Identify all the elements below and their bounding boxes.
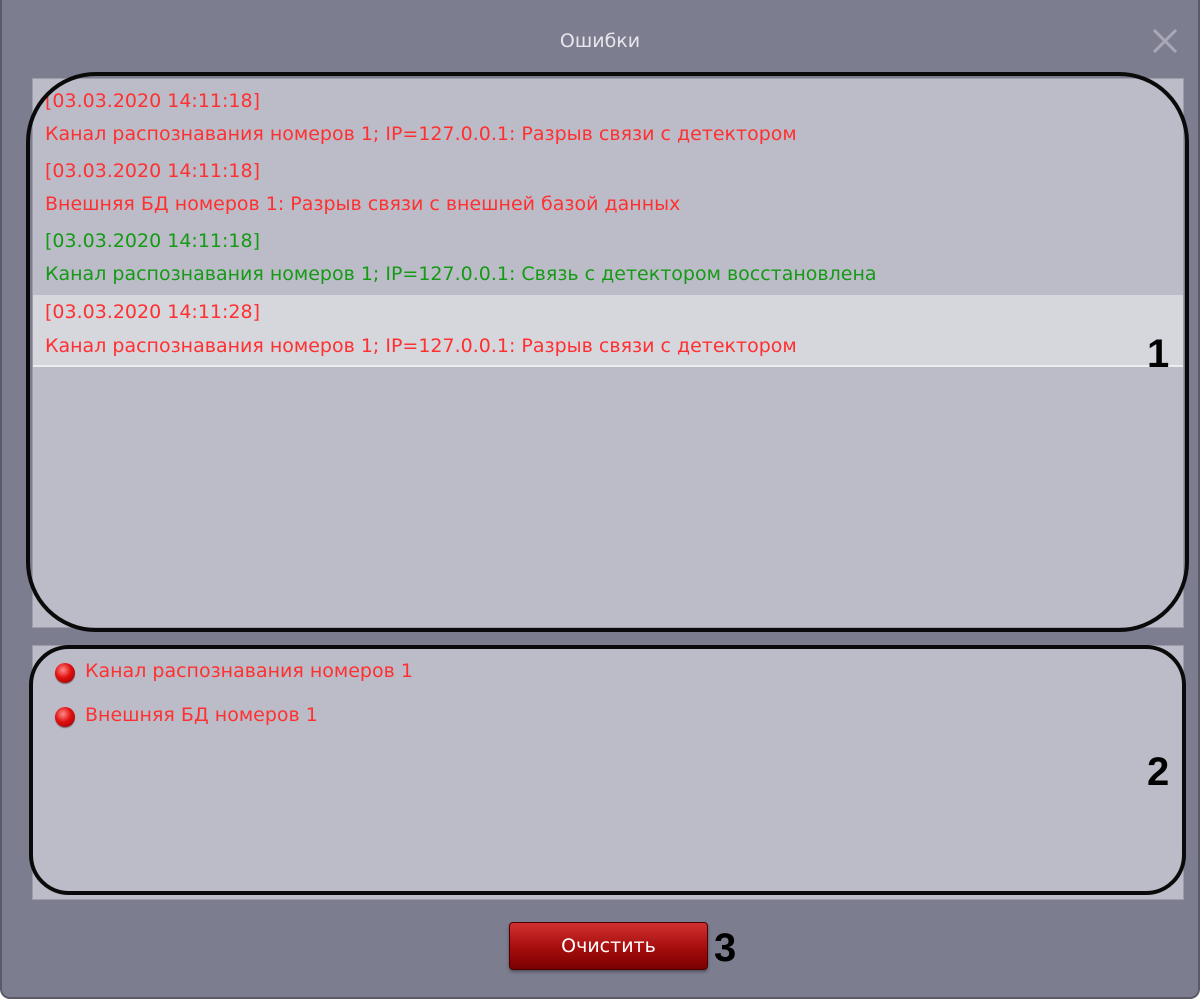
log-entry-selected[interactable]: [03.03.2020 14:11:28] Канал распознавани… xyxy=(33,295,1183,367)
close-icon xyxy=(1152,28,1178,54)
log-message: Канал распознавания номеров 1; IP=127.0.… xyxy=(45,335,797,357)
error-log-panel[interactable]: [03.03.2020 14:11:18] Канал распознавани… xyxy=(32,78,1184,628)
status-label: Канал распознавания номеров 1 xyxy=(85,660,413,682)
annotation-marker-1: 1 xyxy=(1147,332,1170,376)
log-timestamp: [03.03.2020 14:11:18] xyxy=(45,90,260,112)
red-status-dot-icon xyxy=(55,707,75,727)
log-timestamp: [03.03.2020 14:11:18] xyxy=(45,160,260,182)
errors-dialog: Ошибки [03.03.2020 14:11:18] Канал распо… xyxy=(0,0,1200,999)
log-entry[interactable]: [03.03.2020 14:11:18] Внешняя БД номеров… xyxy=(33,155,1183,225)
annotation-marker-3: 3 xyxy=(714,926,737,970)
red-status-dot-icon xyxy=(55,663,75,683)
log-message: Внешняя БД номеров 1: Разрыв связи с вне… xyxy=(45,193,681,215)
status-label: Внешняя БД номеров 1 xyxy=(85,704,318,726)
dialog-title: Ошибки xyxy=(559,30,641,52)
log-message: Канал распознавания номеров 1; IP=127.0.… xyxy=(45,123,797,145)
close-button[interactable] xyxy=(1148,24,1182,58)
clear-button[interactable]: Очистить xyxy=(509,922,708,970)
log-message: Канал распознавания номеров 1; IP=127.0.… xyxy=(45,263,877,285)
log-timestamp: [03.03.2020 14:11:18] xyxy=(45,230,260,252)
annotation-marker-2: 2 xyxy=(1147,750,1170,794)
log-entry[interactable]: [03.03.2020 14:11:18] Канал распознавани… xyxy=(33,85,1183,155)
device-status-panel[interactable]: Канал распознавания номеров 1 Внешняя БД… xyxy=(32,645,1184,900)
log-entry[interactable]: [03.03.2020 14:11:18] Канал распознавани… xyxy=(33,225,1183,295)
log-timestamp: [03.03.2020 14:11:28] xyxy=(45,301,260,323)
